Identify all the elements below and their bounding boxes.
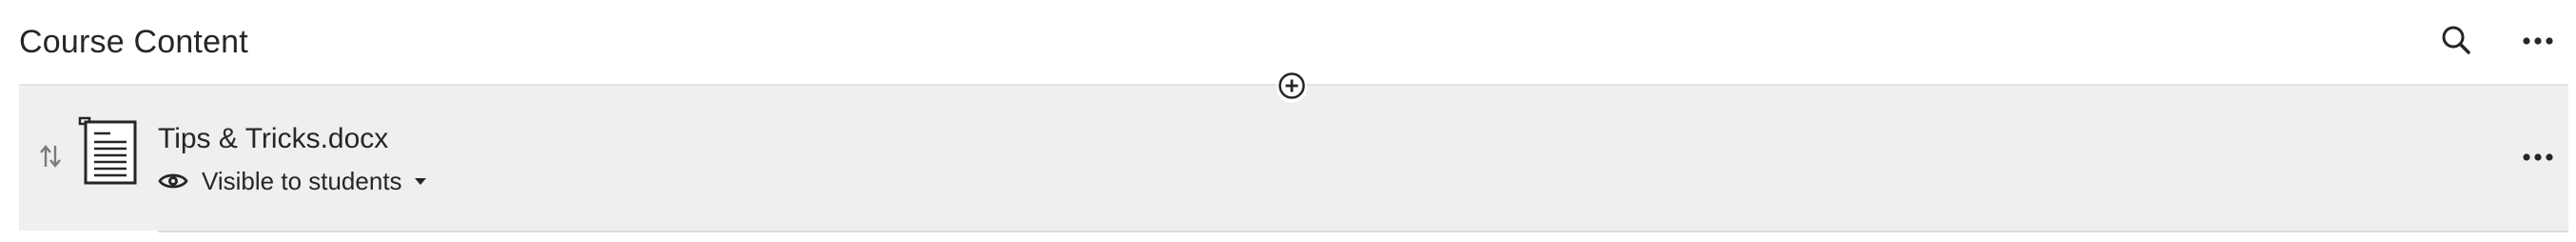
eye-icon [158,171,188,192]
course-more-options-button[interactable] [2519,23,2557,61]
document-icon [72,116,141,187]
more-horizontal-icon [2523,150,2553,167]
course-content-page: Course Content Tips & Tricks.docx Visibl… [0,0,2576,242]
content-item-row[interactable]: Tips & Tricks.docx Visible to students [19,86,2568,231]
search-button[interactable] [2437,23,2475,61]
page-title: Course Content [19,24,248,60]
search-icon [2441,25,2471,60]
row-divider [158,231,2568,232]
content-item-title-link[interactable]: Tips & Tricks.docx [158,120,388,158]
reorder-handle[interactable] [34,139,67,177]
visibility-dropdown[interactable]: Visible to students [158,164,427,198]
more-horizontal-icon [2523,33,2553,50]
header-actions [2437,19,2557,65]
caret-down-icon [414,176,427,186]
reorder-arrows-icon [39,143,62,174]
plus-circle-icon [1278,71,1306,105]
item-more-options-button[interactable] [2519,139,2557,177]
add-content-button[interactable] [1277,71,1307,105]
visibility-label: Visible to students [202,167,402,195]
